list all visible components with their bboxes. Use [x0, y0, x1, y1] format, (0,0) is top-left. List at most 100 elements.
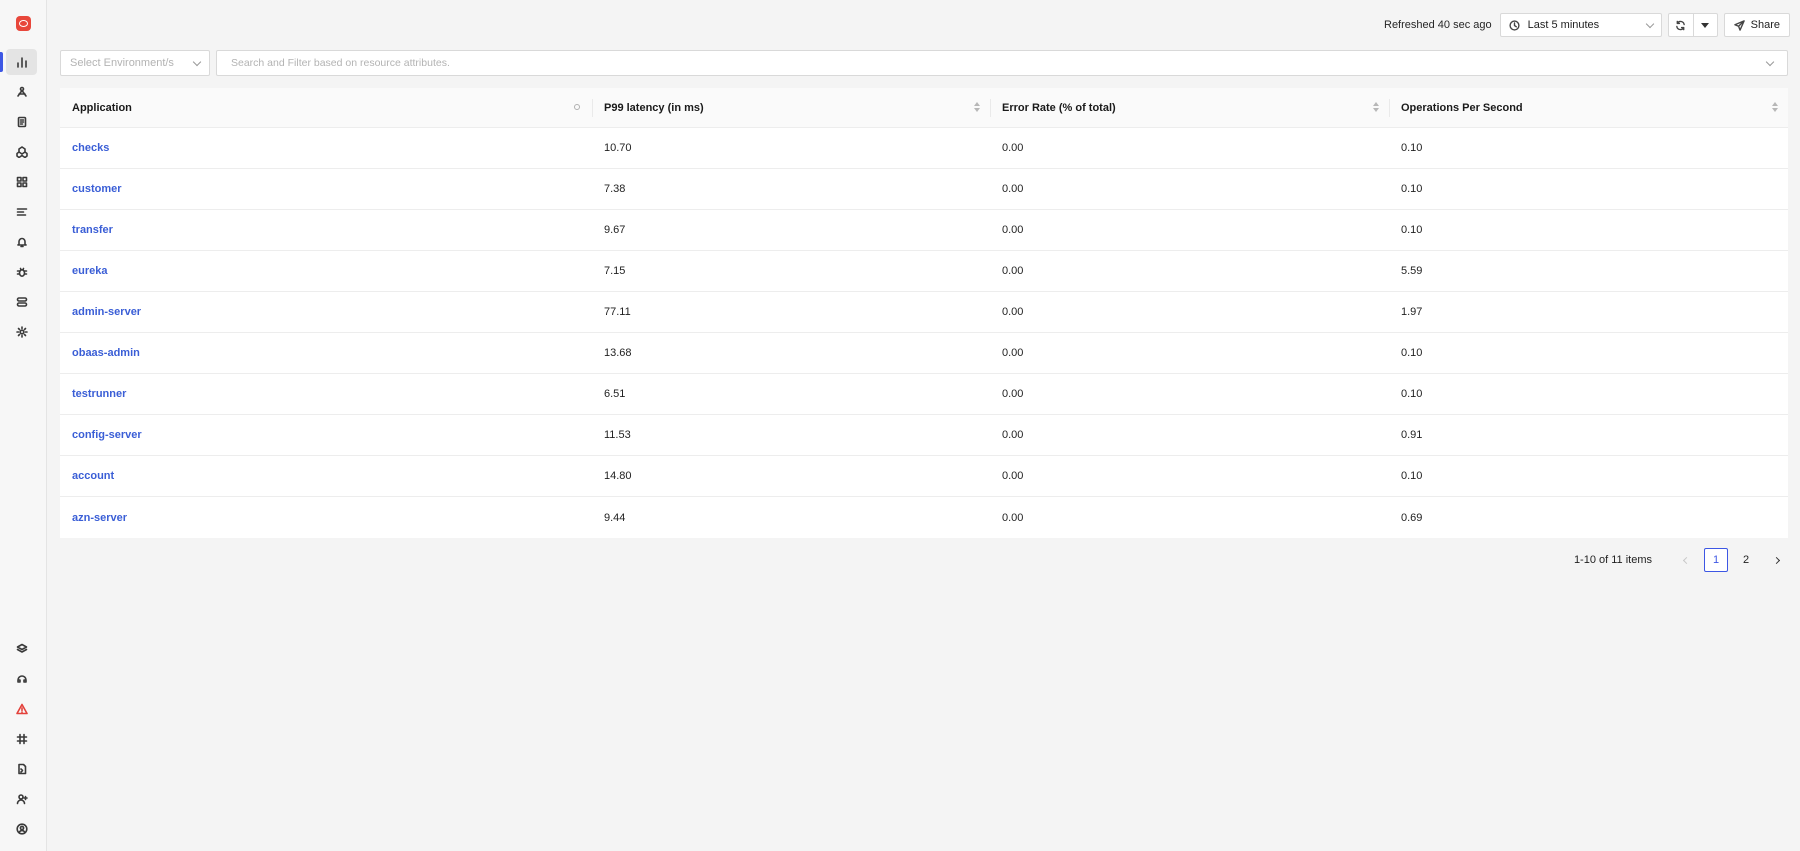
column-header-error-rate[interactable]: Error Rate (% of total) — [990, 88, 1389, 127]
p99-latency-cell: 9.44 — [604, 511, 626, 524]
column-header-application[interactable]: Application — [60, 88, 592, 127]
ops-per-second-cell: 0.10 — [1401, 224, 1423, 236]
traces-icon[interactable] — [6, 79, 37, 105]
application-link[interactable]: transfer — [72, 224, 113, 236]
application-link[interactable]: account — [72, 470, 114, 482]
error-rate-cell: 0.00 — [1002, 306, 1024, 318]
table-row: checks 10.70 0.00 0.10 — [60, 128, 1788, 169]
p99-latency-cell: 10.70 — [604, 142, 632, 154]
ops-per-second-cell: 0.10 — [1401, 470, 1423, 482]
services-chart-icon[interactable] — [0, 49, 37, 75]
support-icon[interactable] — [6, 666, 37, 692]
refresh-controls — [1667, 13, 1718, 37]
exceptions-bug-icon[interactable] — [6, 259, 37, 285]
p99-latency-cell: 7.15 — [604, 265, 626, 277]
table-row: account 14.80 0.00 0.10 — [60, 456, 1788, 497]
error-rate-cell: 0.00 — [1002, 142, 1024, 154]
application-link[interactable]: testrunner — [72, 388, 126, 400]
ops-per-second-cell: 1.97 — [1401, 306, 1423, 318]
table-row: eureka 7.15 0.00 5.59 — [60, 251, 1788, 292]
chevron-down-icon — [1645, 19, 1654, 28]
p99-latency-cell: 7.38 — [604, 183, 626, 195]
column-header-operations-per-second[interactable]: Operations Per Second — [1389, 88, 1788, 127]
sort-icon[interactable] — [974, 102, 980, 112]
table-row: customer 7.38 0.00 0.10 — [60, 169, 1788, 210]
time-range-value: Last 5 minutes — [1527, 19, 1600, 31]
send-icon — [1733, 19, 1745, 31]
error-rate-cell: 0.00 — [1002, 511, 1024, 524]
logs-icon[interactable] — [6, 109, 37, 135]
p99-latency-cell: 13.68 — [604, 347, 632, 359]
application-link[interactable]: config-server — [72, 429, 142, 441]
app-logo[interactable] — [16, 16, 31, 31]
p99-latency-cell: 14.80 — [604, 470, 632, 482]
time-range-select[interactable]: Last 5 minutes — [1499, 13, 1662, 37]
pagination-summary: 1-10 of 11 items — [1573, 554, 1652, 566]
refreshed-status: Refreshed 40 sec ago — [1384, 19, 1492, 31]
infrastructure-icon[interactable] — [6, 139, 37, 165]
page-2-button[interactable]: 2 — [1734, 548, 1758, 572]
p99-latency-cell: 6.51 — [604, 388, 626, 400]
user-profile-icon[interactable] — [6, 816, 37, 842]
chevron-left-icon — [1682, 556, 1690, 564]
error-rate-cell: 0.00 — [1002, 265, 1024, 277]
invite-member-icon[interactable] — [6, 786, 37, 812]
chevron-down-icon — [192, 57, 202, 66]
table-row: azn-server 9.44 0.00 0.69 — [60, 497, 1788, 538]
ops-per-second-cell: 5.59 — [1401, 265, 1423, 277]
ops-per-second-cell: 0.10 — [1401, 183, 1423, 195]
table-row: admin-server 77.11 0.00 1.97 — [60, 292, 1788, 333]
alerts-bell-icon[interactable] — [6, 229, 37, 255]
error-rate-cell: 0.00 — [1002, 470, 1024, 482]
error-rate-cell: 0.00 — [1002, 183, 1024, 195]
column-header-p99-latency[interactable]: P99 latency (in ms) — [592, 88, 990, 127]
pipelines-icon[interactable] — [6, 289, 37, 315]
next-page-button[interactable] — [1764, 548, 1788, 572]
error-rate-cell: 0.00 — [1002, 429, 1024, 441]
search-icon[interactable] — [574, 104, 580, 110]
table-row: config-server 11.53 0.00 0.91 — [60, 415, 1788, 456]
caret-down-icon — [1701, 22, 1710, 28]
chevron-down-icon — [1765, 57, 1775, 66]
sort-icon[interactable] — [1373, 102, 1379, 112]
refresh-interval-dropdown[interactable] — [1692, 14, 1717, 36]
explorer-icon[interactable] — [6, 199, 37, 225]
application-link[interactable]: admin-server — [72, 306, 141, 318]
p99-latency-cell: 9.67 — [604, 224, 626, 236]
error-rate-cell: 0.00 — [1002, 224, 1024, 236]
application-link[interactable]: customer — [72, 183, 122, 195]
p99-latency-cell: 11.53 — [604, 429, 631, 441]
clock-icon — [1509, 19, 1520, 31]
ops-per-second-cell: 0.10 — [1401, 142, 1423, 154]
chevron-right-icon — [1772, 556, 1780, 564]
alert-warning-icon[interactable] — [6, 696, 37, 722]
slack-icon[interactable] — [6, 726, 37, 752]
refresh-icon — [1676, 20, 1685, 30]
ops-per-second-cell: 0.69 — [1401, 511, 1423, 524]
environment-placeholder: Select Environment/s — [70, 57, 174, 69]
application-link[interactable]: obaas-admin — [72, 347, 140, 359]
table-row: testrunner 6.51 0.00 0.10 — [60, 374, 1788, 415]
resource-attribute-search[interactable]: Search and Filter based on resource attr… — [216, 50, 1788, 76]
application-link[interactable]: azn-server — [72, 512, 127, 524]
page-1-button[interactable]: 1 — [1704, 548, 1728, 572]
share-label: Share — [1750, 19, 1780, 31]
environment-select[interactable]: Select Environment/s — [60, 50, 210, 76]
settings-gear-icon[interactable] — [6, 319, 37, 345]
pagination: 1-10 of 11 items 1 2 — [1574, 548, 1788, 572]
integrations-icon[interactable] — [6, 636, 37, 662]
share-button[interactable]: Share — [1723, 13, 1790, 37]
dashboards-icon[interactable] — [6, 169, 37, 195]
application-link[interactable]: checks — [72, 142, 109, 154]
refresh-button[interactable] — [1669, 14, 1693, 36]
sidebar — [0, 0, 47, 851]
docs-icon[interactable] — [6, 756, 37, 782]
previous-page-button[interactable] — [1674, 548, 1698, 572]
table-row: transfer 9.67 0.00 0.10 — [60, 210, 1788, 251]
application-link[interactable]: eureka — [72, 265, 107, 277]
error-rate-cell: 0.00 — [1002, 388, 1024, 400]
sort-icon[interactable] — [1772, 102, 1778, 112]
table-row: obaas-admin 13.68 0.00 0.10 — [60, 333, 1788, 374]
search-placeholder: Search and Filter based on resource attr… — [231, 57, 450, 69]
ops-per-second-cell: 0.91 — [1401, 429, 1423, 441]
